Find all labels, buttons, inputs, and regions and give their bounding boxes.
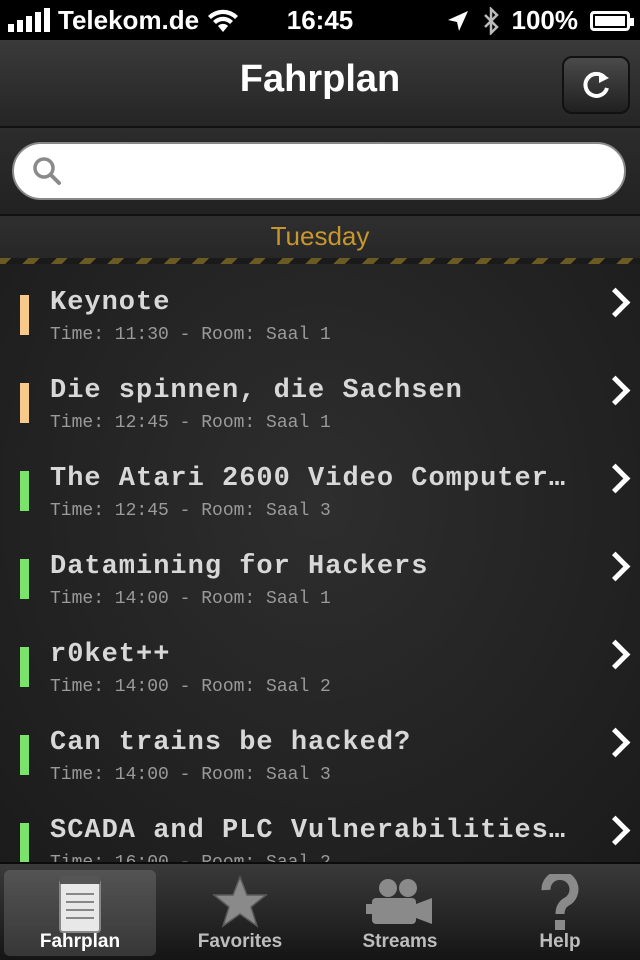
section-label: Tuesday [270,221,370,251]
chevron-right-icon [600,287,631,318]
star-icon [212,874,268,928]
tab-help[interactable]: Help [484,870,636,956]
search-bar [0,128,640,216]
status-bar: Telekom.de 16:45 100% [0,0,640,40]
tab-label: Fahrplan [39,931,121,952]
talk-list: Keynote Time: 11:30 - Room: Saal 1 Die s… [0,264,640,862]
question-mark-icon [541,874,579,930]
search-icon [33,157,61,185]
status-right: 100% [446,5,634,36]
chevron-right-icon [600,815,631,846]
battery-percent: 100% [511,5,579,35]
talk-time-room: Time: 14:00 - Room: Saal 2 [50,677,331,697]
talk-title: SCADA and PLC Vulnerabilities… [50,816,567,846]
tab-favorites[interactable]: Favorites [164,870,316,956]
track-color-bar [20,647,29,687]
track-color-bar [20,471,29,511]
chevron-right-icon [600,463,631,494]
bluetooth-icon [483,6,499,35]
list-item[interactable]: Datamining for Hackers Time: 14:00 - Roo… [0,528,640,616]
talk-title: r0ket++ [50,640,171,670]
talk-time-room: Time: 12:45 - Room: Saal 1 [50,413,331,433]
list-item[interactable]: The Atari 2600 Video Computer… Time: 12:… [0,440,640,528]
talk-time-room: Time: 12:45 - Room: Saal 3 [50,501,331,521]
track-color-bar [20,735,29,775]
talk-time-room: Time: 16:00 - Room: Saal 2 [50,853,331,862]
chevron-right-icon [600,551,631,582]
talk-time-room: Time: 14:00 - Room: Saal 3 [50,765,331,785]
search-field[interactable] [12,142,626,200]
track-color-bar [20,823,29,862]
track-color-bar [20,295,29,335]
page-title: Fahrplan [239,58,401,100]
tab-fahrplan[interactable]: Fahrplan [4,870,156,956]
talk-title: Keynote [50,288,171,318]
talk-title: Can trains be hacked? [50,728,412,758]
refresh-button[interactable] [562,56,630,114]
chevron-right-icon [600,639,631,670]
tab-label: Favorites [197,931,283,952]
refresh-icon [583,71,609,98]
video-camera-icon [366,879,432,924]
tab-bar: Fahrplan Favorites Streams Help [0,862,640,960]
battery-icon [590,10,634,31]
tab-streams[interactable]: Streams [324,870,476,956]
list-item[interactable]: SCADA and PLC Vulnerabilities… Time: 16:… [0,792,640,862]
list-item[interactable]: Die spinnen, die Sachsen Time: 12:45 - R… [0,352,640,440]
search-input[interactable] [74,152,608,192]
list-item[interactable]: Keynote Time: 11:30 - Room: Saal 1 [0,264,640,352]
talk-title: Die spinnen, die Sachsen [50,376,463,406]
notepad-icon [59,876,101,933]
talk-title: Datamining for Hackers [50,552,429,582]
talk-time-room: Time: 14:00 - Room: Saal 1 [50,589,331,609]
tab-label: Streams [362,931,438,952]
list-item[interactable]: r0ket++ Time: 14:00 - Room: Saal 2 [0,616,640,704]
tab-label: Help [539,931,581,952]
list-item[interactable]: Can trains be hacked? Time: 14:00 - Room… [0,704,640,792]
day-section-header: Tuesday [0,216,640,264]
track-color-bar [20,383,29,423]
location-arrow-icon [447,10,468,31]
talk-time-room: Time: 11:30 - Room: Saal 1 [50,325,331,345]
track-color-bar [20,559,29,599]
navigation-bar: Fahrplan [0,40,640,128]
talk-title: The Atari 2600 Video Computer… [50,464,567,494]
chevron-right-icon [600,727,631,758]
chevron-right-icon [600,375,631,406]
